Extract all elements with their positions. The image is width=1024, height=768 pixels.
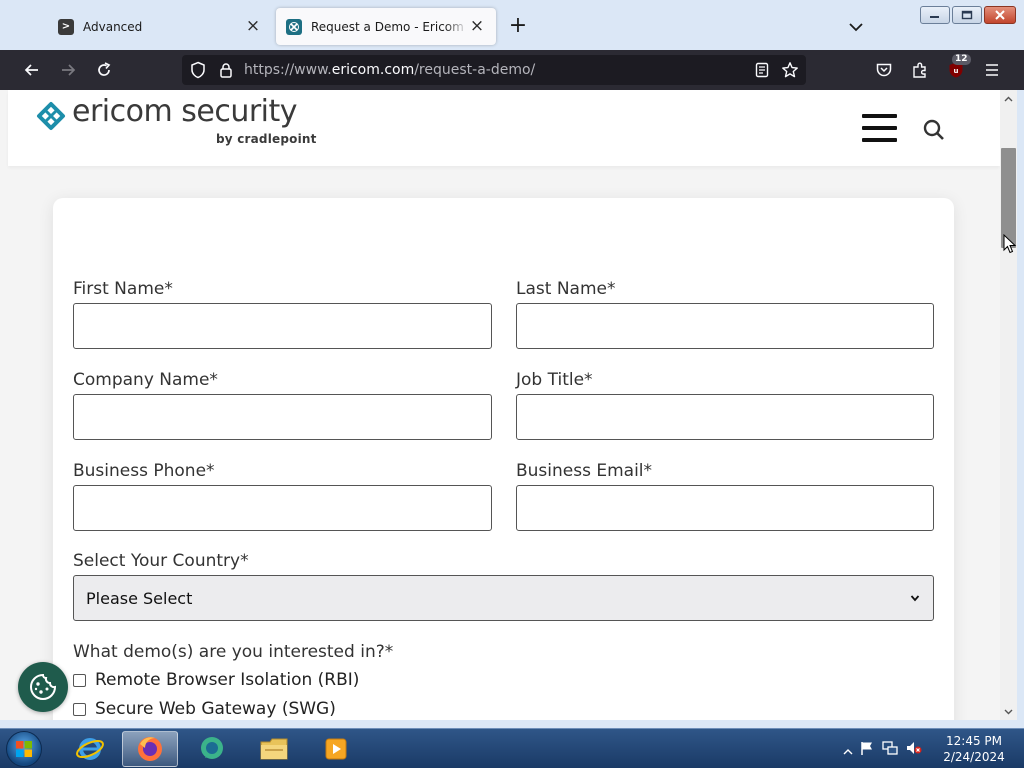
job-title-label: Job Title* [516,370,593,390]
lock-icon[interactable] [214,58,238,82]
first-name-label: First Name* [73,279,173,299]
restore-icon[interactable] [952,6,982,24]
tab-request-a-demo[interactable]: Request a Demo - Ericom Software × [276,8,496,45]
tracking-protection-shield-icon[interactable] [186,58,210,82]
clock-date: 2/24/2024 [943,750,1005,764]
window-controls [920,6,1016,24]
last-name-label: Last Name* [516,279,616,299]
rbi-option-label: Remote Browser Isolation (RBI) [95,670,360,690]
country-select[interactable]: Please Select [73,575,934,621]
demo-option-rbi[interactable]: Remote Browser Isolation (RBI) [73,670,359,690]
media-player-icon[interactable] [308,731,364,767]
rbi-checkbox[interactable] [73,673,86,687]
site-logo-text[interactable]: ericom security [72,94,298,129]
system-tray [843,740,923,760]
firefox-taskbar-icon[interactable] [122,731,178,767]
demo-interest-label: What demo(s) are you interested in?* [73,642,394,662]
site-logo-subtext: by cradlepoint [216,132,317,146]
start-button-windows-icon[interactable] [6,731,42,767]
site-search-icon[interactable] [922,118,946,142]
network-icon[interactable] [881,740,899,760]
site-header: ericom security by cradlepoint [8,90,1000,166]
terminal-icon: > [58,18,74,35]
taskbar-clock[interactable]: 12:45 PM 2/24/2024 [942,733,1006,765]
url-path: /request-a-demo/ [414,62,536,78]
bookmark-star-icon[interactable] [778,58,802,82]
company-name-label: Company Name* [73,370,218,390]
close-window-icon[interactable] [984,6,1016,24]
business-email-field[interactable] [516,485,934,531]
windows-taskbar: 12:45 PM 2/24/2024 [0,728,1024,768]
action-center-flag-icon[interactable] [859,740,875,760]
reader-view-icon[interactable] [750,58,774,82]
scroll-down-icon[interactable] [1000,703,1017,720]
pocket-icon[interactable] [872,58,896,82]
tab-advanced[interactable]: > Advanced × [48,8,272,45]
url-prefix: https://www. [244,62,332,78]
cookie-icon [30,673,57,700]
swg-option-label: Secure Web Gateway (SWG) [95,699,336,719]
show-hidden-icons-icon[interactable] [843,741,853,760]
app-menu-hamburger-icon[interactable] [980,58,1004,82]
demo-option-swg[interactable]: Secure Web Gateway (SWG) [73,699,336,719]
tab-close-icon[interactable]: × [244,17,262,36]
ericom-logo-mark-icon[interactable] [36,101,66,135]
business-email-label: Business Email* [516,461,653,481]
last-name-field[interactable] [516,303,934,349]
country-selected-value: Please Select [86,588,193,608]
file-explorer-icon[interactable] [246,731,302,767]
business-phone-field[interactable] [73,485,492,531]
forward-arrow-icon[interactable] [56,58,80,82]
mouse-pointer-icon [1003,233,1017,254]
browser-tab-strip: > Advanced × Request a Demo - Ericom Sof… [0,0,1024,50]
chat-app-icon[interactable] [184,731,240,767]
ericom-favicon-icon [286,18,302,35]
country-label: Select Your Country* [73,551,249,571]
clock-time: 12:45 PM [946,734,1002,748]
job-title-field[interactable] [516,394,934,440]
new-tab-plus-icon[interactable]: + [507,15,529,38]
window-frame-right [1017,90,1024,720]
window-frame-bottom [0,720,1024,728]
url-domain: ericom.com [331,62,415,78]
browser-toolbar: https://www.ericom.com/request-a-demo/ u… [0,50,1024,90]
svg-text:u: u [954,67,959,75]
swg-checkbox[interactable] [73,702,86,716]
chevron-down-icon [909,589,921,608]
first-name-field[interactable] [73,303,492,349]
page-viewport: ericom security by cradlepoint First Nam… [0,90,1000,720]
url-text[interactable]: https://www.ericom.com/request-a-demo/ [244,62,535,78]
minimize-icon[interactable] [920,6,950,24]
address-bar[interactable]: https://www.ericom.com/request-a-demo/ [182,55,806,85]
tab-title: Request a Demo - Ericom Software [311,19,468,34]
list-all-tabs-chevron-icon[interactable] [846,17,866,37]
scrollbar-thumb[interactable] [1001,148,1016,248]
business-phone-label: Business Phone* [73,461,215,481]
reload-icon[interactable] [92,58,116,82]
volume-muted-icon[interactable] [905,740,923,760]
page-scrollbar[interactable] [1000,90,1017,720]
extension-count-badge: 12 [952,54,971,65]
tab-close-icon[interactable]: × [468,17,486,36]
site-menu-hamburger-icon[interactable] [862,114,897,142]
scroll-up-icon[interactable] [1000,90,1017,107]
company-name-field[interactable] [73,394,492,440]
back-arrow-icon[interactable] [20,58,44,82]
tab-title: Advanced [83,19,143,34]
cookie-settings-button[interactable] [18,662,68,712]
demo-request-form: First Name* Last Name* Company Name* Job… [53,198,954,720]
extensions-puzzle-icon[interactable] [908,58,932,82]
internet-explorer-icon[interactable] [62,731,118,767]
